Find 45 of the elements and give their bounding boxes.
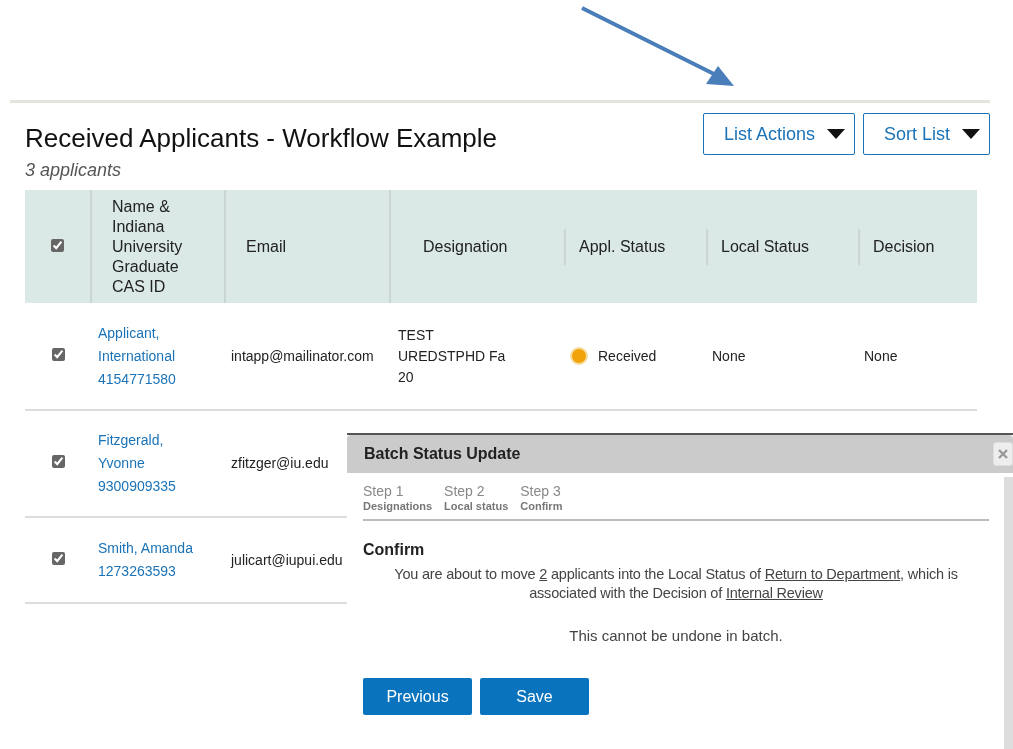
checkbox[interactable]	[51, 238, 64, 252]
column-header: Decision	[858, 228, 977, 265]
page-title: Received Applicants - Workflow Example	[25, 122, 498, 153]
caret-icon	[962, 129, 980, 139]
email-text: julicart@iupui.edu	[231, 551, 343, 568]
message-link[interactable]: Internal Review	[725, 585, 823, 601]
dropdown-button[interactable]: List Actions	[702, 113, 855, 155]
dialog-button[interactable]: Save	[480, 678, 589, 715]
applicant-id-link[interactable]: 9300909335	[98, 475, 176, 498]
email-text: zfitzger@iu.edu	[231, 455, 329, 471]
designation-text: TEST UREDSTPHD Fa 20	[398, 325, 507, 387]
column-header: Designation	[390, 190, 564, 303]
step-caption: Local status	[444, 499, 509, 513]
close-icon	[998, 449, 1008, 459]
applicant-link[interactable]: Smith, Amanda	[98, 537, 193, 560]
decision-text: None	[864, 347, 898, 364]
applicant-id-link[interactable]: 4154771580	[98, 367, 176, 391]
checkbox[interactable]	[51, 455, 65, 468]
applicant-count: 3 applicants	[25, 159, 123, 181]
checkbox[interactable]	[51, 551, 65, 565]
status-text: Received	[598, 346, 657, 366]
email-text: intapp@mailinator.com	[231, 347, 374, 364]
step-caption: Confirm	[520, 499, 563, 513]
applicant-link[interactable]: Fitzgerald, Yvonne	[98, 429, 203, 475]
step-caption: Designations	[363, 499, 433, 513]
applicant-id-link[interactable]: 1273263593	[98, 560, 176, 583]
column-header: Local Status	[706, 228, 858, 265]
dialog-title: Batch Status Update	[364, 445, 521, 463]
local-status-text: None	[712, 347, 746, 364]
dialog-button[interactable]: Previous	[363, 678, 472, 715]
confirm-message: You are about to move 2 applicants into the Local Status of Return to Department, which is associated with the Decision of Internal Review	[393, 565, 959, 603]
warning-note: This cannot be undone in batch.	[568, 627, 784, 644]
column-header: Appl. Status	[564, 228, 706, 265]
column-header: Email	[225, 190, 390, 303]
column-header: Name & Indiana University Graduate CAS ID	[91, 190, 225, 303]
step-label: Step 3	[520, 483, 562, 499]
checkbox[interactable]	[51, 347, 65, 361]
step-label: Step 2	[444, 483, 486, 499]
message-link[interactable]: 2	[539, 566, 548, 582]
section-title: Confirm	[363, 541, 426, 559]
step-label: Step 1	[363, 483, 405, 499]
caret-icon	[826, 129, 845, 139]
scrollbar[interactable]	[1004, 477, 1013, 749]
applicant-link[interactable]: Applicant, International	[98, 321, 203, 368]
dropdown-button[interactable]: Sort List	[862, 113, 990, 155]
